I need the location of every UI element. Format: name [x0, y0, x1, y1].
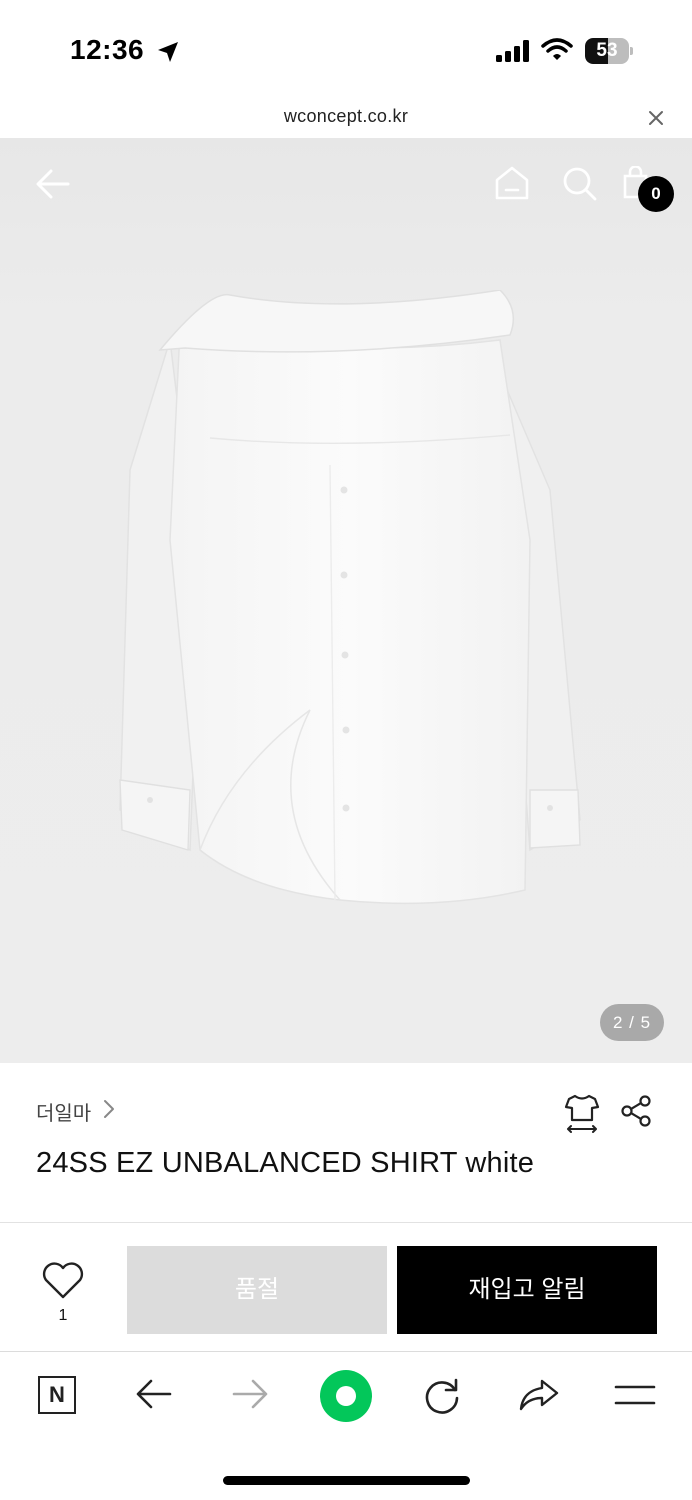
- location-arrow-icon: [158, 42, 178, 62]
- like-count: 1: [58, 1307, 68, 1324]
- cart-count-badge[interactable]: 0: [638, 176, 674, 212]
- status-bar: 12:36 53: [0, 0, 692, 96]
- size-guide-icon[interactable]: [564, 1093, 600, 1133]
- share-icon[interactable]: [620, 1095, 652, 1127]
- browser-toolbar: N: [0, 1352, 692, 1500]
- back-arrow-icon[interactable]: [36, 168, 70, 200]
- product-info: 더일마 24SS EZ UNBALANCED SHIRT white: [0, 1063, 692, 1223]
- green-home-icon[interactable]: [320, 1370, 372, 1422]
- url-text[interactable]: wconcept.co.kr: [0, 106, 692, 127]
- product-title: 24SS EZ UNBALANCED SHIRT white: [36, 1147, 535, 1179]
- wifi-icon: [541, 38, 573, 60]
- product-shirt-image: [119, 290, 581, 905]
- battery-level: 53: [596, 40, 618, 61]
- close-icon[interactable]: [646, 108, 666, 128]
- forward-arrow-icon[interactable]: [232, 1378, 268, 1410]
- share-arrow-icon[interactable]: [518, 1378, 560, 1412]
- product-top-nav: 0: [0, 138, 692, 238]
- browser-url-bar[interactable]: wconcept.co.kr: [0, 96, 692, 138]
- status-time: 12:36: [70, 34, 145, 65]
- search-icon[interactable]: [562, 166, 598, 202]
- menu-icon[interactable]: [614, 1384, 656, 1406]
- image-page-indicator: 2 / 5: [600, 1004, 664, 1041]
- restock-alert-button[interactable]: 재입고 알림: [397, 1246, 657, 1334]
- soldout-button[interactable]: 품절: [127, 1246, 387, 1334]
- battery-icon: 53: [585, 38, 633, 64]
- reload-icon[interactable]: [422, 1376, 462, 1416]
- like-button[interactable]: 1: [40, 1261, 86, 1331]
- purchase-action-bar: 1 품절 재입고 알림: [0, 1223, 692, 1351]
- chevron-right-icon[interactable]: [102, 1099, 116, 1119]
- home-icon[interactable]: [494, 166, 530, 200]
- naver-n-icon[interactable]: N: [38, 1376, 76, 1414]
- back-arrow-icon[interactable]: [136, 1378, 172, 1410]
- heart-icon[interactable]: [40, 1261, 86, 1301]
- product-image-carousel[interactable]: 0 2 / 5: [0, 138, 692, 1063]
- brand-link[interactable]: 더일마: [36, 1097, 91, 1126]
- home-indicator: [223, 1476, 470, 1485]
- cellular-signal-icon: [496, 40, 529, 62]
